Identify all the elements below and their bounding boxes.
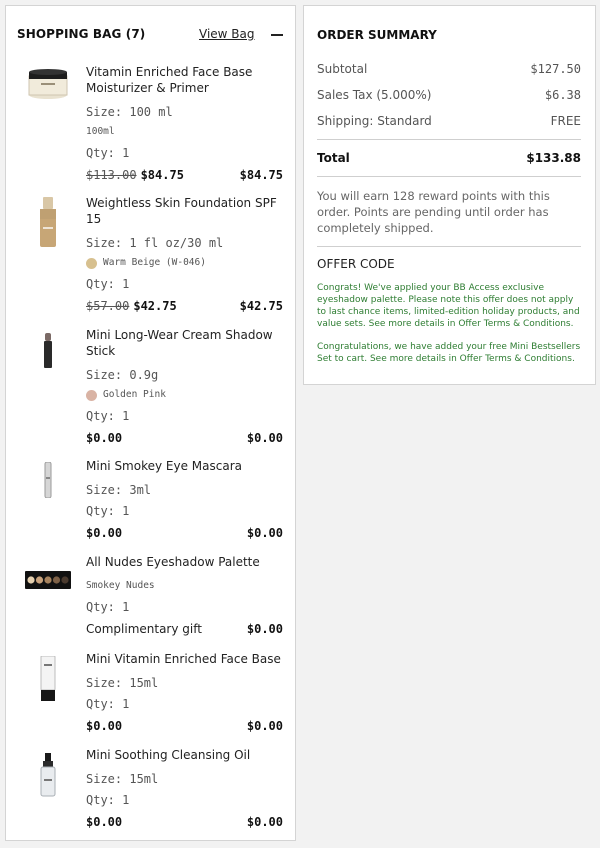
shipping-label: Shipping: Standard [317,114,432,128]
subtotal-label: Subtotal [317,62,368,76]
shade-row: Warm Beige (W-046) [86,253,283,273]
product-image-mini-face-base [21,655,75,703]
item-qty: Qty: 1 [86,600,130,614]
shopping-bag-panel: SHOPPING BAG (7) View Bag Vitamin Enrich… [5,5,296,841]
item-prices: $113.00 $84.75 $84.75 [86,165,283,185]
line-total: $0.00 [246,431,283,445]
complimentary-gift-label: Complimentary gift [86,622,202,636]
line-total: $0.00 [246,719,283,733]
item-qty: Qty: 1 [86,277,130,291]
order-summary-title: ORDER SUMMARY [317,28,437,42]
product-image-shadow-stick [21,331,75,371]
line-total: $0.00 [246,622,283,636]
item-variant: 100ml [86,126,115,137]
shipping-value: FREE [550,114,581,128]
item-name[interactable]: All Nudes Eyeshadow Palette [86,554,283,570]
item-qty: Qty: 1 [86,697,130,711]
item-prices: $57.00 $42.75 $42.75 [86,296,283,316]
item-size: Size: 0.9g [86,368,159,382]
item-size: Size: 1 fl oz/30 ml [86,236,224,250]
shade-row: Golden Pink [86,385,283,405]
subtotal-value: $127.50 [530,62,581,76]
original-price: $57.00 [86,299,130,313]
bag-title: SHOPPING BAG (7) [17,27,146,41]
summary-divider [317,246,581,247]
shipping-row: Shipping: Standard FREE [317,114,581,132]
reward-points-message: You will earn 128 reward points with thi… [317,189,550,235]
line-total: $0.00 [246,815,283,829]
order-summary-panel: ORDER SUMMARY Subtotal $127.50 Sales Tax… [303,5,596,385]
shade-name: Golden Pink [103,389,166,400]
item-name[interactable]: Mini Soothing Cleansing Oil [86,747,283,763]
tax-row: Sales Tax (5.000%) $6.38 [317,88,581,106]
offer-code-title: OFFER CODE [317,257,395,271]
item-prices: $0.00 $0.00 [86,812,283,832]
item-qty: Qty: 1 [86,409,130,423]
total-label: Total [317,151,350,165]
total-row: Total $133.88 [317,151,581,165]
product-image-palette [21,568,75,592]
line-total: $0.00 [246,526,283,540]
item-qty: Qty: 1 [86,504,130,518]
offer-message: Congratulations, we have added your free… [317,342,581,364]
line-total: $84.75 [239,168,283,182]
item-size: Size: 15ml [86,772,159,786]
item-name[interactable]: Mini Smokey Eye Mascara [86,458,283,474]
item-price: $0.00 [86,526,123,540]
shade-swatch [86,257,97,269]
item-prices: Complimentary gift $0.00 [86,619,283,639]
collapse-icon[interactable] [271,34,283,36]
shade-name: Warm Beige (W-046) [103,257,206,268]
item-prices: $0.00 $0.00 [86,428,283,448]
item-size: Size: 15ml [86,676,159,690]
item-size: Size: 100 ml [86,105,173,119]
item-prices: $0.00 $0.00 [86,523,283,543]
item-price: $0.00 [86,815,123,829]
item-prices: $0.00 $0.00 [86,716,283,736]
product-image-foundation [21,197,75,249]
item-name[interactable]: Weightless Skin Foundation SPF 15 [86,195,283,227]
product-image-moisturizer [21,64,75,104]
shade-swatch [86,389,97,401]
item-price: $0.00 [86,431,123,445]
line-total: $42.75 [239,299,283,313]
item-price: $0.00 [86,719,123,733]
sale-price: $42.75 [133,299,177,313]
bag-header: SHOPPING BAG (7) View Bag [17,27,283,43]
item-name[interactable]: Vitamin Enriched Face Base Moisturizer &… [86,64,283,96]
offer-message: Congrats! We've applied your BB Access e… [317,283,580,329]
summary-divider [317,139,581,140]
item-size: Size: 3ml [86,483,152,497]
summary-divider [317,176,581,177]
tax-label: Sales Tax (5.000%) [317,88,432,102]
total-value: $133.88 [526,151,581,165]
product-image-mascara [21,460,75,500]
item-qty: Qty: 1 [86,146,130,160]
item-name[interactable]: Mini Long-Wear Cream Shadow Stick [86,327,283,359]
view-bag-link[interactable]: View Bag [199,27,255,41]
sale-price: $84.75 [140,168,184,182]
item-qty: Qty: 1 [86,793,130,807]
item-name[interactable]: Mini Vitamin Enriched Face Base [86,651,283,667]
item-variant: Smokey Nudes [86,580,155,591]
tax-value: $6.38 [544,88,581,102]
subtotal-row: Subtotal $127.50 [317,62,581,80]
product-image-cleansing-oil [21,753,75,797]
original-price: $113.00 [86,168,137,182]
